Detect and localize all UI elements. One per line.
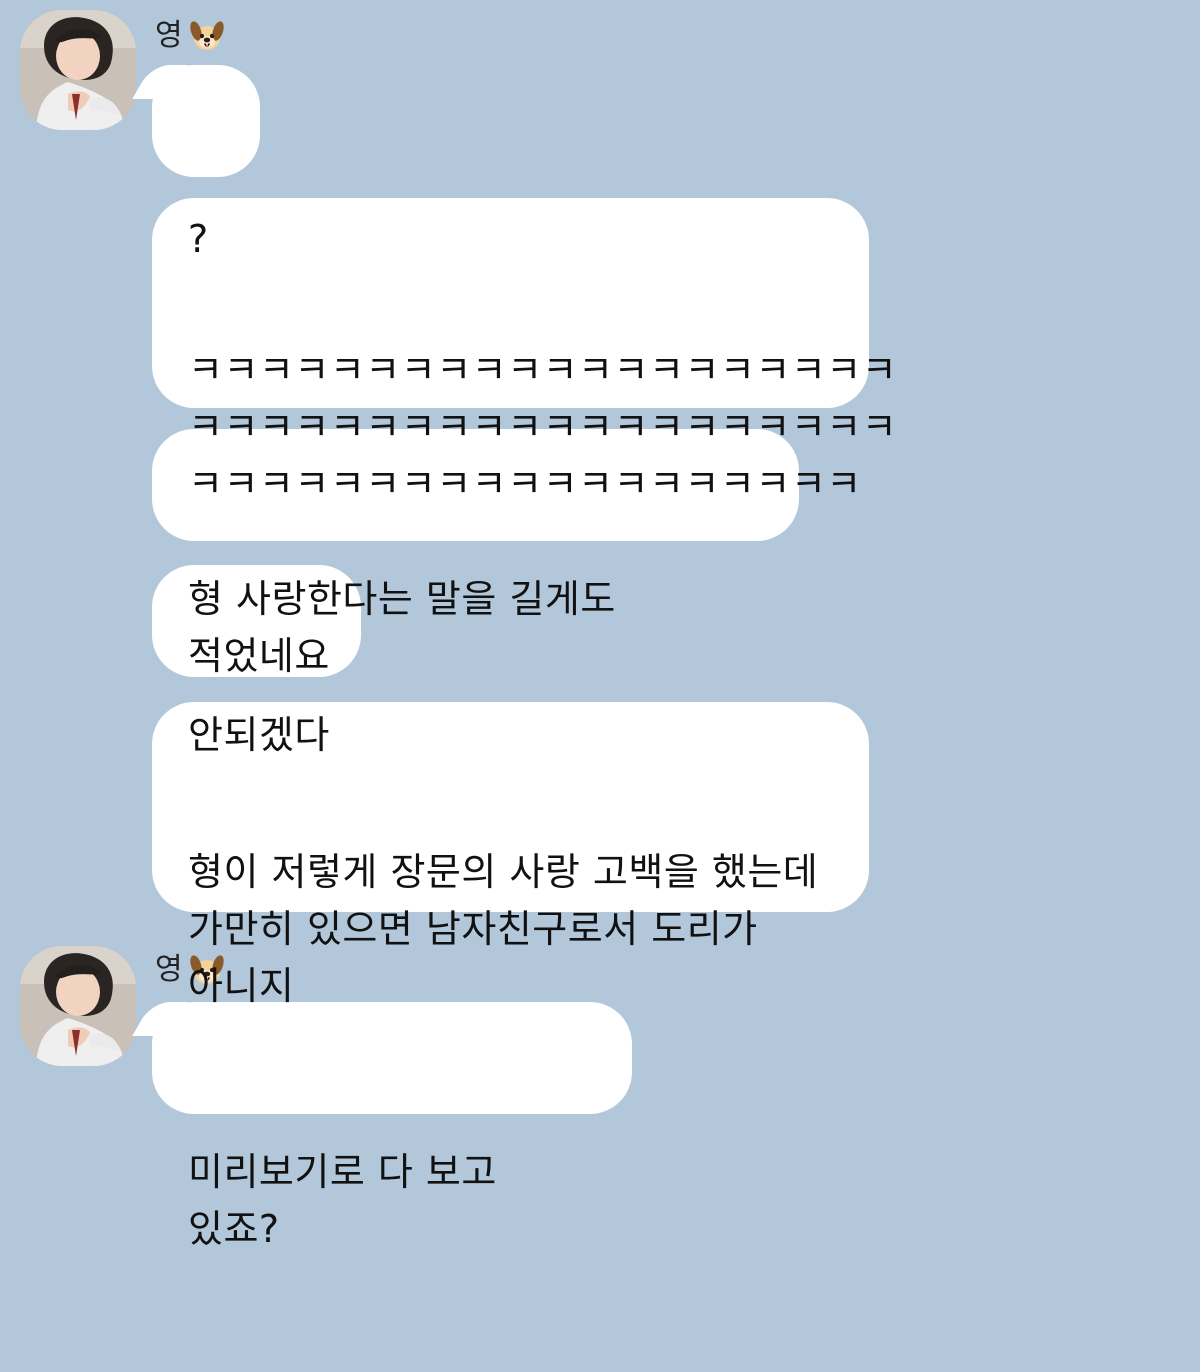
message-text: 미리보기로 다 보고 있죠?: [188, 1150, 510, 1251]
message-bubble[interactable]: ?: [152, 65, 260, 261]
dog-face-icon: [187, 16, 227, 56]
sender-name-text: 영: [155, 18, 183, 53]
message-bubble[interactable]: ㅋㅋㅋㅋㅋㅋㅋㅋㅋㅋㅋㅋㅋㅋㅋㅋㅋㅋㅋㅋ ㅋㅋㅋㅋㅋㅋㅋㅋㅋㅋㅋㅋㅋㅋㅋㅋㅋㅋㅋ…: [152, 198, 897, 506]
message-text: 형 사랑한다는 말을 길게도 적었네요: [188, 577, 629, 678]
message-text: 형이 저렇게 장문의 사랑 고백을 했는데 가만히 있으면 남자친구로서 도리가…: [188, 850, 819, 1008]
avatar-photo: [20, 946, 136, 1066]
message-text: ㅋㅋㅋㅋㅋㅋㅋㅋㅋㅋㅋㅋㅋㅋㅋㅋㅋㅋㅋㅋ ㅋㅋㅋㅋㅋㅋㅋㅋㅋㅋㅋㅋㅋㅋㅋㅋㅋㅋㅋ…: [188, 348, 898, 506]
sender-avatar[interactable]: [20, 10, 136, 130]
sender-name: 영: [155, 14, 227, 58]
avatar-photo: [20, 10, 136, 130]
message-bubble[interactable]: 미리보기로 다 보고 있죠?: [152, 1002, 632, 1251]
message-text: ?: [188, 217, 209, 261]
message-text: 안되겠다: [188, 713, 330, 757]
sender-name-text: 영: [155, 952, 183, 987]
sender-avatar[interactable]: [20, 946, 136, 1066]
